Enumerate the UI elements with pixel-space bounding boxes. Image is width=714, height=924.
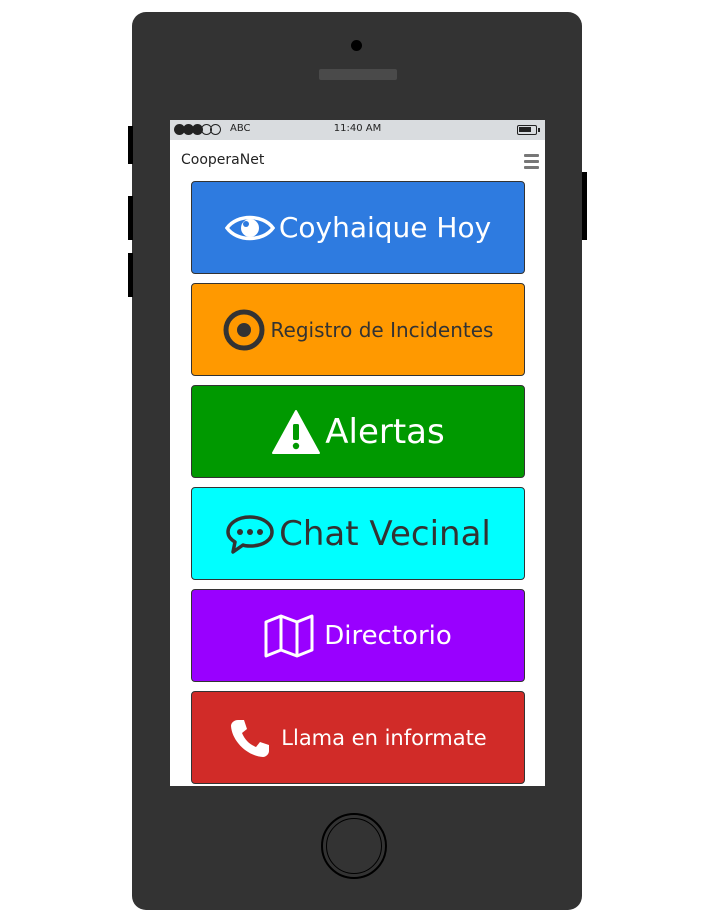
app-title: CooperaNet [181,152,265,168]
status-bar: ABC 11:40 AM [170,120,545,140]
status-time: 11:40 AM [333,123,382,134]
volume-down-button [128,253,133,297]
directorio-button[interactable]: Directorio [191,589,525,682]
tile-label: Chat Vecinal [279,513,491,554]
warning-icon [272,409,321,454]
home-button[interactable] [321,813,387,879]
screen: ABC 11:40 AM CooperaNet Coyhaique Hoy Re [170,120,545,786]
coyhaique-hoy-button[interactable]: Coyhaique Hoy [191,181,525,274]
alertas-button[interactable]: Alertas [191,385,525,478]
mute-switch [128,126,133,164]
tile-label: Coyhaique Hoy [278,211,492,244]
power-button [582,172,587,240]
tile-label: Registro de Incidentes [270,317,494,342]
tile-label: Llama en informate [281,725,487,750]
tile-label: Directorio [324,620,452,651]
hamburger-menu-icon[interactable] [524,154,539,169]
main-menu: Coyhaique Hoy Registro de Incidentes Ale… [191,181,525,786]
battery-icon [517,125,540,135]
llama-informate-button[interactable]: Llama en informate [191,691,525,784]
phone-icon [231,719,270,757]
tile-label: Alertas [325,411,445,452]
volume-up-button [128,196,133,240]
chat-icon [226,514,274,554]
map-icon [264,614,314,657]
chat-vecinal-button[interactable]: Chat Vecinal [191,487,525,580]
earpiece-speaker [319,69,397,80]
front-camera [351,40,362,51]
eye-icon [224,215,275,240]
registro-incidentes-button[interactable]: Registro de Incidentes [191,283,525,376]
target-icon [223,309,265,350]
